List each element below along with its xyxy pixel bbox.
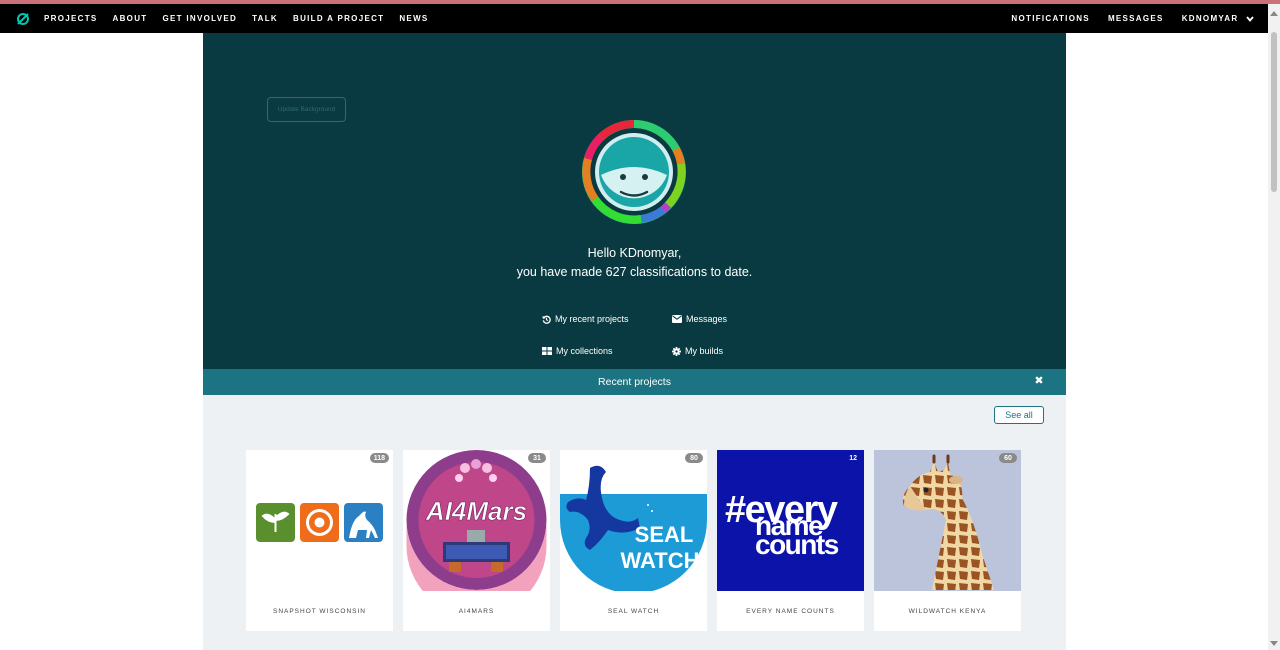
messages-link[interactable]: Messages	[672, 314, 727, 324]
classification-count-badge: 118	[369, 453, 389, 463]
greeting-line-2: you have made 627 classifications to dat…	[516, 265, 753, 279]
greeting-text: Hello KDnomyar, you have made 627 classi…	[203, 244, 1066, 282]
envelope-icon	[672, 315, 682, 323]
ai4mars-logo: AI4Mars	[403, 450, 550, 591]
classification-count-badge: 80	[685, 453, 703, 463]
nav-build-a-project[interactable]: BUILD A PROJECT	[293, 14, 384, 23]
page-scrollbar[interactable]	[1268, 4, 1280, 650]
seal-watch-wordmark-line2: WATCH	[620, 548, 699, 573]
collections-label: My collections	[556, 346, 613, 356]
project-card-seal-watch[interactable]: SEAL WATCH 80 SEAL WATCH	[560, 450, 707, 631]
builds-link[interactable]: My builds	[672, 346, 723, 356]
user-menu-label: KDNOMYAR	[1181, 14, 1239, 23]
project-thumbnail	[246, 450, 393, 591]
nav-news[interactable]: NEWS	[399, 14, 428, 23]
seal-watch-logo: SEAL WATCH	[560, 450, 707, 591]
nav-messages[interactable]: MESSAGES	[1108, 14, 1164, 23]
see-all-button[interactable]: See all	[994, 406, 1044, 424]
recent-projects-title: Recent projects	[598, 376, 671, 388]
recent-projects-link[interactable]: My recent projects	[542, 314, 629, 324]
history-icon	[542, 315, 551, 324]
classification-count-badge: 31	[528, 453, 546, 463]
close-icon[interactable]: ✖	[1034, 376, 1044, 387]
recent-projects-section: See all 118 SNAPSHOT WISCONSIN AI4Mars 3…	[203, 395, 1066, 650]
project-card-snapshot-wisconsin[interactable]: 118 SNAPSHOT WISCONSIN	[246, 450, 393, 631]
top-nav: PROJECTS ABOUT GET INVOLVED TALK BUILD A…	[0, 4, 1268, 33]
project-name: AI4MARS	[458, 607, 495, 615]
user-avatar[interactable]	[581, 119, 687, 225]
classification-count-badge: 12	[849, 454, 857, 462]
seal-watch-wordmark-line1: SEAL	[635, 522, 694, 547]
project-card-every-name-counts[interactable]: #every name counts 12 EVERY NAME COUNTS	[717, 450, 864, 631]
main-content: Update Background Hello KDnomyar, you ha…	[203, 33, 1066, 650]
project-card-ai4mars[interactable]: AI4Mars 31 AI4MARS	[403, 450, 550, 631]
collections-link[interactable]: My collections	[542, 346, 613, 356]
builds-label: My builds	[685, 346, 724, 356]
chevron-down-icon	[1246, 16, 1254, 22]
scroll-down-arrow-icon[interactable]	[1270, 641, 1278, 646]
profile-hero: Update Background Hello KDnomyar, you ha…	[203, 33, 1066, 369]
recent-projects-header: Recent projects ✖	[203, 369, 1066, 395]
nav-projects[interactable]: PROJECTS	[44, 14, 98, 23]
messages-label: Messages	[686, 314, 728, 324]
classification-count-badge: 60	[999, 453, 1017, 463]
user-menu[interactable]: KDNOMYAR	[1182, 14, 1254, 23]
enc-wordmark-line3: counts	[755, 529, 839, 560]
project-thumbnail: AI4Mars	[403, 450, 550, 591]
project-card-wildwatch-kenya[interactable]: 60 WILDWATCH KENYA	[874, 450, 1021, 631]
nav-about[interactable]: ABOUT	[113, 14, 148, 23]
project-thumbnail: #every name counts	[717, 450, 864, 591]
recent-projects-label: My recent projects	[555, 314, 629, 324]
nav-talk[interactable]: TALK	[252, 14, 278, 23]
zooniverse-logo-icon[interactable]	[16, 12, 30, 26]
scrollbar-thumb[interactable]	[1271, 32, 1277, 192]
project-name: EVERY NAME COUNTS	[746, 607, 835, 615]
snapshot-wisconsin-logo	[246, 450, 393, 591]
gear-icon	[672, 346, 681, 356]
project-name: WILDWATCH KENYA	[908, 607, 987, 615]
grid-icon	[542, 347, 552, 355]
giraffe-photo	[874, 450, 1021, 591]
nav-get-involved[interactable]: GET INVOLVED	[162, 14, 237, 23]
scroll-up-arrow-icon[interactable]	[1270, 11, 1278, 16]
project-name: SNAPSHOT WISCONSIN	[272, 607, 366, 615]
project-thumbnail: SEAL WATCH	[560, 450, 707, 591]
nav-notifications[interactable]: NOTIFICATIONS	[1011, 14, 1090, 23]
update-background-button[interactable]: Update Background	[267, 97, 346, 122]
every-name-counts-logo: #every name counts	[717, 450, 864, 591]
project-name: SEAL WATCH	[607, 607, 660, 615]
project-thumbnail	[874, 450, 1021, 591]
ai4mars-wordmark: AI4Mars	[425, 496, 527, 526]
greeting-line-1: Hello KDnomyar,	[587, 246, 682, 260]
